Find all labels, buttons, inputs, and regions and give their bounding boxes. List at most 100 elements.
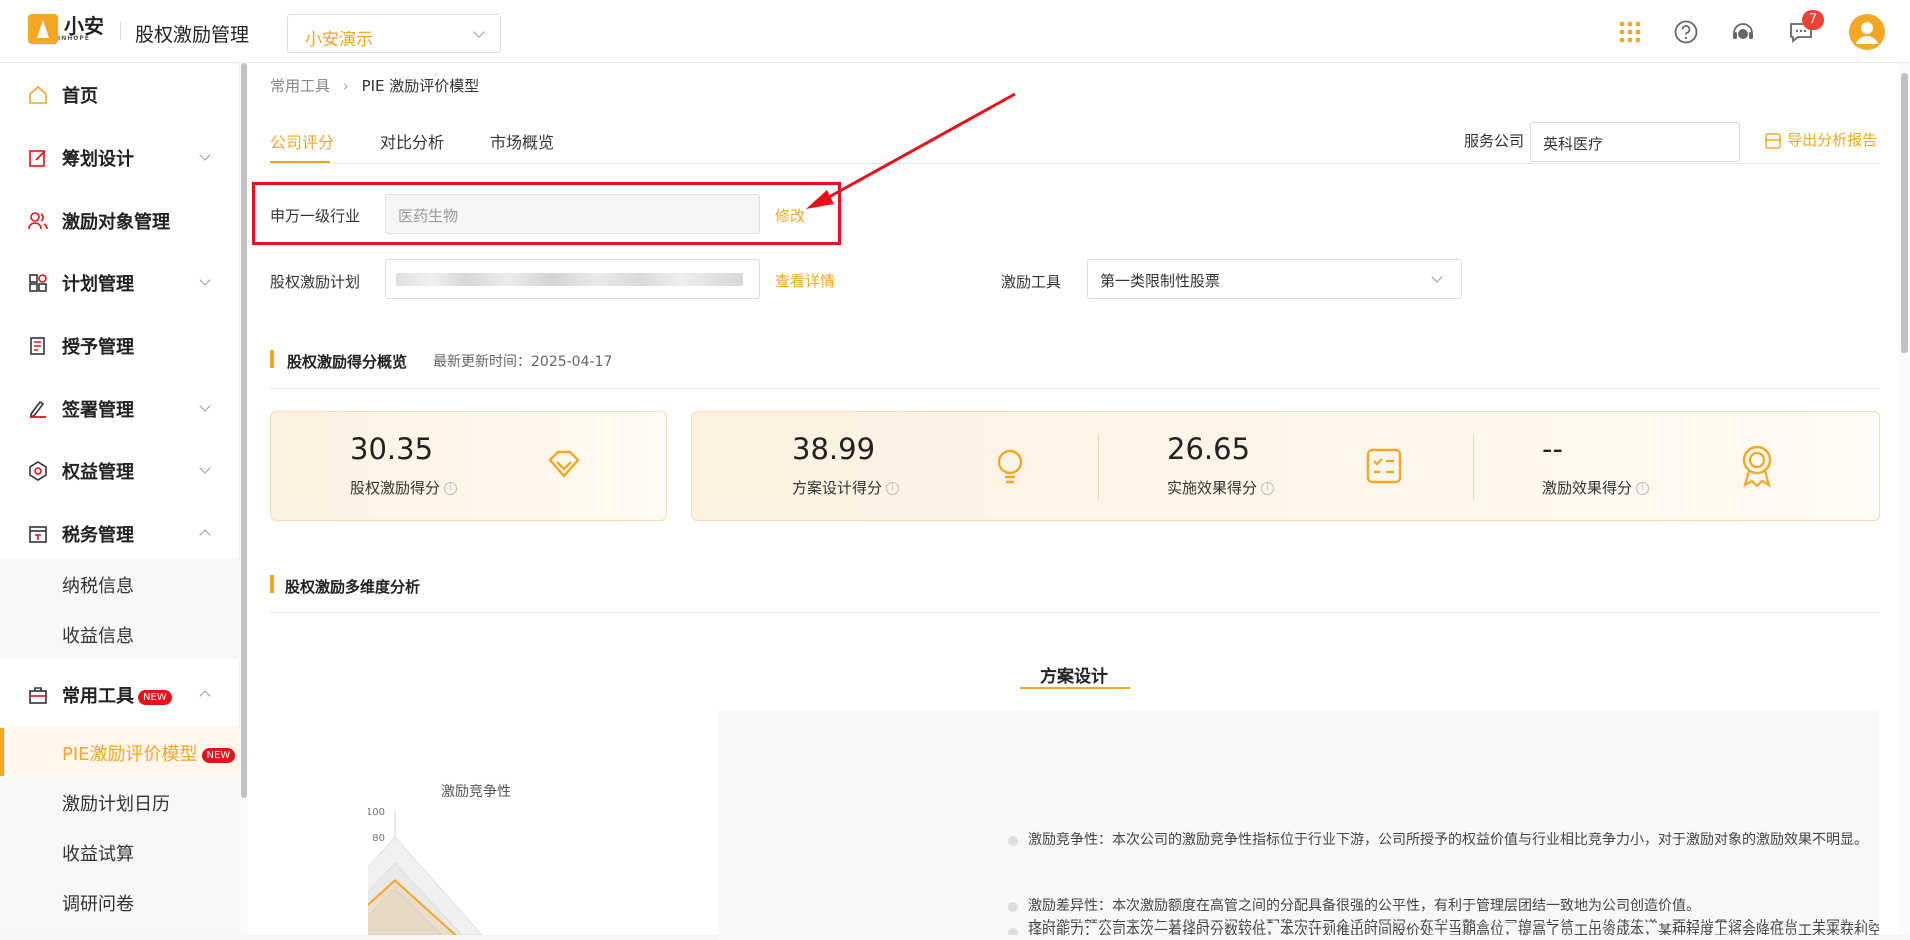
- customer-service-icon[interactable]: [1730, 19, 1756, 45]
- sidebar-item-label: 权益管理: [62, 462, 134, 483]
- sidebar-subitem-label: 收益试算: [62, 844, 134, 865]
- home-icon: [29, 85, 47, 104]
- main-scrollbar[interactable]: [1899, 63, 1910, 935]
- breadcrumb-parent[interactable]: 常用工具: [270, 77, 330, 95]
- lightbulb-icon: [997, 449, 1023, 484]
- brand-logo[interactable]: 小安 INHOPE: [28, 14, 104, 44]
- apps-icon: [29, 274, 47, 292]
- notification-badge: 7: [1802, 10, 1824, 30]
- new-badge: NEW: [138, 689, 172, 705]
- tab-company-score[interactable]: 公司评分: [270, 129, 334, 153]
- score-label-text: 激励效果得分: [1542, 479, 1633, 497]
- sidebar-item-label: 常用工具 NEW: [62, 682, 172, 708]
- score-label: 实施效果得分 i: [1167, 477, 1275, 498]
- breadcrumb: 常用工具 › PIE 激励评价模型: [270, 75, 479, 96]
- service-company-value: 英科医疗: [1543, 135, 1604, 153]
- sidebar-item-grant[interactable]: 授予管理: [0, 321, 240, 371]
- chevron-down-icon: [199, 462, 211, 474]
- bullet: [1008, 902, 1018, 912]
- multi-dim-title: 股权激励多维度分析: [285, 578, 421, 596]
- score-value: 38.99: [792, 432, 876, 466]
- info-icon[interactable]: i: [1261, 482, 1275, 495]
- analysis-timing: 择时能力：公司本次一着择时分数较低，本次计划推出时间股价处于当期高位，提高了员工…: [1028, 923, 1879, 935]
- blurred-plan-name: [396, 273, 743, 286]
- apps-grid-icon[interactable]: [1617, 19, 1643, 45]
- sidebar-item-label: 签署管理: [62, 400, 134, 421]
- sidebar-item-label: 首页: [62, 86, 98, 107]
- incentive-tool-select[interactable]: 第一类限制性股票: [1087, 259, 1462, 299]
- sidebar-item-tools[interactable]: 常用工具 NEW: [0, 670, 240, 720]
- sidebar-item-plan-management[interactable]: 计划管理: [0, 258, 240, 308]
- export-icon: [1765, 132, 1781, 149]
- sidebar-item-equity[interactable]: 权益管理: [0, 446, 240, 496]
- company-select-value: 小安演示: [305, 30, 373, 50]
- plan-select[interactable]: [385, 259, 760, 299]
- user-icon: [1856, 22, 1878, 44]
- divider: [270, 612, 1880, 613]
- sidebar-item-label: 筹划设计: [62, 149, 134, 170]
- signature-icon: [30, 400, 46, 418]
- sidebar-subitem-label: 调研问卷: [62, 894, 134, 915]
- sidebar-subitem-label: 激励计划日历: [62, 794, 170, 815]
- tool-label: 激励工具: [1001, 273, 1062, 291]
- tab-market-overview[interactable]: 市场概览: [490, 129, 554, 153]
- bullet: [1008, 928, 1018, 935]
- scrollbar-thumb[interactable]: [241, 63, 247, 798]
- brand-name: 小安: [64, 13, 104, 38]
- heading-underline: [1020, 687, 1130, 689]
- tax-icon: [29, 526, 47, 543]
- breadcrumb-current: PIE 激励评价模型: [361, 77, 480, 95]
- sidebar-item-participants[interactable]: 激励对象管理: [0, 196, 240, 246]
- info-icon[interactable]: i: [1636, 482, 1650, 495]
- section-heading: 方案设计: [1040, 667, 1108, 687]
- top-bar: 小安 INHOPE 股权激励管理 小安演示 7: [0, 0, 1910, 63]
- section-marker: [270, 350, 274, 368]
- tab-comparison[interactable]: 对比分析: [380, 129, 444, 153]
- incentive-tool-value: 第一类限制性股票: [1100, 272, 1221, 290]
- info-icon[interactable]: i: [444, 482, 458, 495]
- analysis-differentiation: 激励差异性：本次激励额度在高管之间的分配具备很强的公平性，有利于管理层团结一致地…: [1028, 898, 1700, 914]
- sidebar-item-planning[interactable]: 筹划设计: [0, 133, 240, 183]
- service-company-label: 服务公司: [1464, 132, 1525, 150]
- view-details-link[interactable]: 查看详情: [775, 270, 835, 291]
- sidebar-item-label: 激励对象管理: [62, 212, 170, 233]
- sidebar-subitem-plan-calendar[interactable]: 激励计划日历: [0, 778, 240, 826]
- sidebar-subitem-income-calc[interactable]: 收益试算: [0, 828, 240, 876]
- last-updated: 最新更新时间：2025-04-17: [433, 354, 613, 370]
- sidebar-subitem-label: 收益信息: [62, 626, 134, 647]
- analysis-competitiveness: 激励竞争性：本次公司的激励竞争性指标位于行业下游，公司所授予的权益价值与行业相比…: [1028, 832, 1868, 848]
- company-select[interactable]: 小安演示: [287, 14, 501, 53]
- divider: [270, 388, 1880, 389]
- export-report-label: 导出分析报告: [1787, 131, 1878, 149]
- users-icon: [28, 212, 48, 230]
- score-label-text: 实施效果得分: [1167, 479, 1258, 497]
- app-title: 股权激励管理: [135, 24, 250, 46]
- info-icon[interactable]: i: [886, 482, 900, 495]
- sidebar-subitem-survey[interactable]: 调研问卷: [0, 878, 240, 926]
- analysis-panel: 激励竞争性：本次公司的激励竞争性指标位于行业下游，公司所授予的权益价值与行业相比…: [718, 710, 1879, 940]
- score-card-breakdown: 38.99 方案设计得分 i 26.65 实施效果得分 i -- 激励效果得分 i: [691, 411, 1880, 521]
- score-card-total: 30.35 股权激励得分 i: [270, 411, 667, 521]
- avatar[interactable]: [1849, 14, 1885, 50]
- sidebar-subitem-pie-model[interactable]: PIE激励评价模型 NEW: [0, 728, 240, 776]
- sidebar-subitem-income-info[interactable]: 收益信息: [0, 610, 240, 658]
- sidebar-item-signing[interactable]: 签署管理: [0, 384, 240, 434]
- sidebar-subitem-tax-info[interactable]: 纳税信息: [0, 560, 240, 608]
- sidebar-scrollbar[interactable]: [240, 63, 248, 935]
- chevron-down-icon: [199, 149, 211, 161]
- scrollbar-thumb[interactable]: [1901, 73, 1908, 353]
- export-report-button[interactable]: 导出分析报告: [1764, 129, 1877, 150]
- sidebar-item-tax[interactable]: 税务管理: [0, 509, 240, 559]
- section-marker: [270, 575, 274, 593]
- radar-axis-label: 激励竞争性: [441, 784, 511, 800]
- document-icon: [30, 337, 45, 355]
- service-company-input[interactable]: 英科医疗: [1530, 122, 1740, 162]
- sidebar-item-label: 授予管理: [62, 337, 134, 358]
- diamond-icon: [548, 450, 580, 478]
- score-label-text: 股权激励得分: [350, 479, 441, 497]
- help-icon[interactable]: [1673, 19, 1699, 45]
- new-badge: NEW: [201, 747, 236, 763]
- sidebar-subitem-text: PIE激励评价模型: [62, 744, 198, 765]
- breadcrumb-separator-icon: ›: [342, 77, 349, 95]
- sidebar-item-home[interactable]: 首页: [0, 70, 240, 120]
